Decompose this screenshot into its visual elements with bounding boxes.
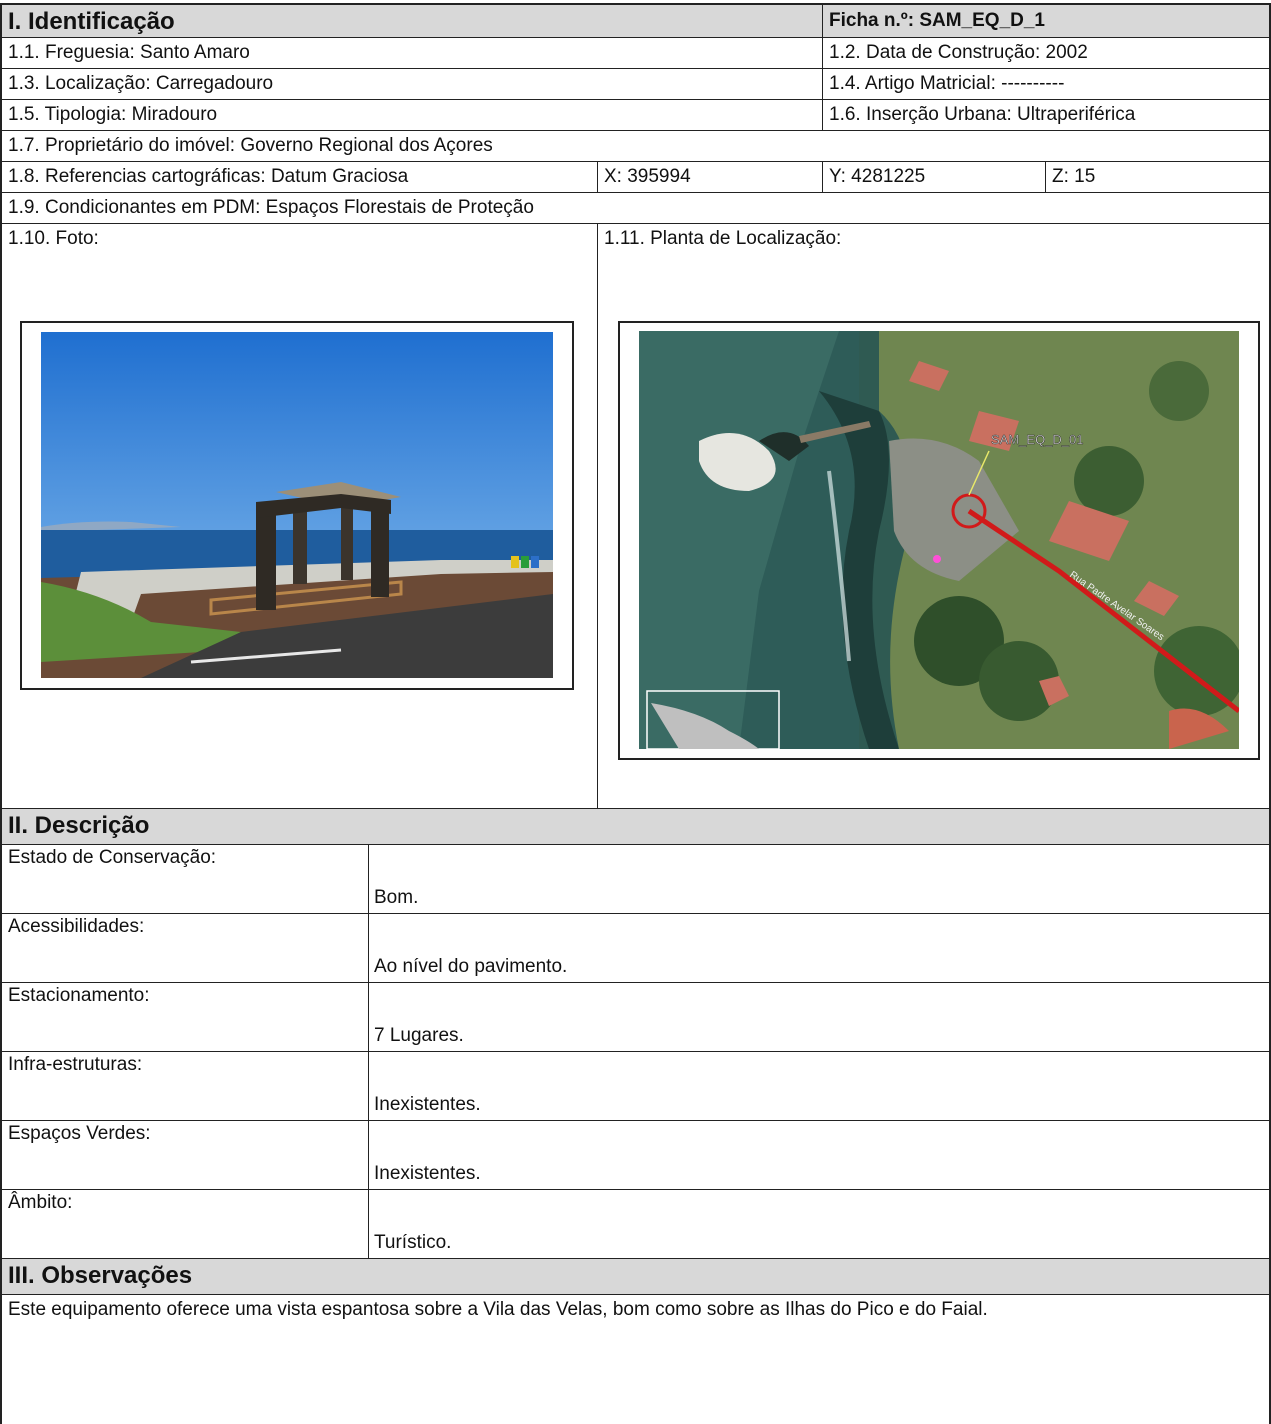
freguesia-field: 1.1. Freguesia: Santo Amaro — [8, 42, 250, 63]
desc-divider — [368, 845, 369, 913]
localizacao-field: 1.3. Localização: Carregadouro — [8, 73, 274, 94]
artigo-matricial-field: 1.4. Artigo Matricial: ---------- — [822, 69, 1269, 99]
identification-sheet: I. Identificação Ficha n.º: SAM_EQ_D_1 1… — [0, 0, 1271, 1424]
ficha-number: Ficha n.º: SAM_EQ_D_1 — [822, 5, 1269, 37]
data-construcao-field: 1.2. Data de Construção: 2002 — [822, 38, 1269, 68]
desc-label: Estado de Conservação: — [8, 847, 217, 868]
row-tipologia: 1.5. Tipologia: Miradouro 1.6. Inserção … — [0, 99, 1271, 130]
foto-label-text: 1.10. Foto: — [8, 228, 99, 249]
desc-divider — [368, 1190, 369, 1258]
desc-row: Âmbito: Turístico. — [0, 1189, 1271, 1258]
desc-divider — [368, 1052, 369, 1120]
section1-header-row: I. Identificação Ficha n.º: SAM_EQ_D_1 — [0, 3, 1271, 37]
row-referencias: 1.8. Referencias cartográficas: Datum Gr… — [0, 161, 1271, 192]
desc-value: 7 Lugares. — [374, 1025, 464, 1046]
proprietario-field: 1.7. Proprietário do imóvel: Governo Reg… — [8, 135, 493, 156]
map-tag-label: SAM_EQ_D_01 — [991, 432, 1084, 447]
map-frame: SAM_EQ_D_01 Rua Padre Avelar Soares — [618, 321, 1260, 760]
section3-title: III. Observações — [2, 1259, 1269, 1294]
coord-x: X: 395994 — [597, 162, 822, 192]
desc-row: Estacionamento: 7 Lugares. — [0, 982, 1271, 1051]
desc-value: Inexistentes. — [374, 1094, 481, 1115]
section1-title: I. Identificação — [2, 5, 822, 37]
planta-label-text: 1.11. Planta de Localização: — [604, 228, 842, 249]
desc-divider — [368, 983, 369, 1051]
condicionantes-field: 1.9. Condicionantes em PDM: Espaços Flor… — [8, 197, 534, 218]
section2-header-row: II. Descrição — [0, 808, 1271, 844]
photo-frame — [20, 321, 574, 690]
observations-text: Este equipamento oferece uma vista espan… — [8, 1299, 988, 1320]
desc-value: Turístico. — [374, 1232, 452, 1253]
row-condicionantes: 1.9. Condicionantes em PDM: Espaços Flor… — [0, 192, 1271, 223]
desc-label: Infra-estruturas: — [8, 1054, 143, 1075]
desc-divider — [368, 914, 369, 982]
desc-label: Espaços Verdes: — [8, 1123, 151, 1144]
desc-label: Acessibilidades: — [8, 916, 145, 937]
desc-value: Bom. — [374, 887, 419, 908]
row-images: 1.10. Foto: 1.11. Planta de Localização: — [0, 223, 1271, 808]
desc-value: Ao nível do pavimento. — [374, 956, 568, 977]
desc-divider — [368, 1121, 369, 1189]
row-localizacao: 1.3. Localização: Carregadouro 1.4. Arti… — [0, 68, 1271, 99]
desc-value: Inexistentes. — [374, 1163, 481, 1184]
desc-row: Infra-estruturas: Inexistentes. — [0, 1051, 1271, 1120]
desc-label: Âmbito: — [8, 1192, 73, 1213]
referencias-field: 1.8. Referencias cartográficas: Datum Gr… — [8, 166, 409, 187]
section2-title: II. Descrição — [2, 809, 1269, 844]
desc-row: Estado de Conservação: Bom. — [0, 844, 1271, 913]
coord-z: Z: 15 — [1045, 162, 1269, 192]
location-map: SAM_EQ_D_01 Rua Padre Avelar Soares — [639, 331, 1239, 749]
tipologia-field: 1.5. Tipologia: Miradouro — [8, 104, 218, 125]
desc-row: Acessibilidades: Ao nível do pavimento. — [0, 913, 1271, 982]
insercao-urbana-field: 1.6. Inserção Urbana: Ultraperiférica — [822, 100, 1269, 130]
coord-y: Y: 4281225 — [822, 162, 1045, 192]
desc-row: Espaços Verdes: Inexistentes. — [0, 1120, 1271, 1189]
row-proprietario: 1.7. Proprietário do imóvel: Governo Reg… — [0, 130, 1271, 161]
observations-row: Este equipamento oferece uma vista espan… — [0, 1294, 1271, 1424]
desc-label: Estacionamento: — [8, 985, 150, 1006]
miradouro-photo — [41, 332, 553, 678]
section3-header-row: III. Observações — [0, 1258, 1271, 1294]
row-freguesia: 1.1. Freguesia: Santo Amaro 1.2. Data de… — [0, 37, 1271, 68]
